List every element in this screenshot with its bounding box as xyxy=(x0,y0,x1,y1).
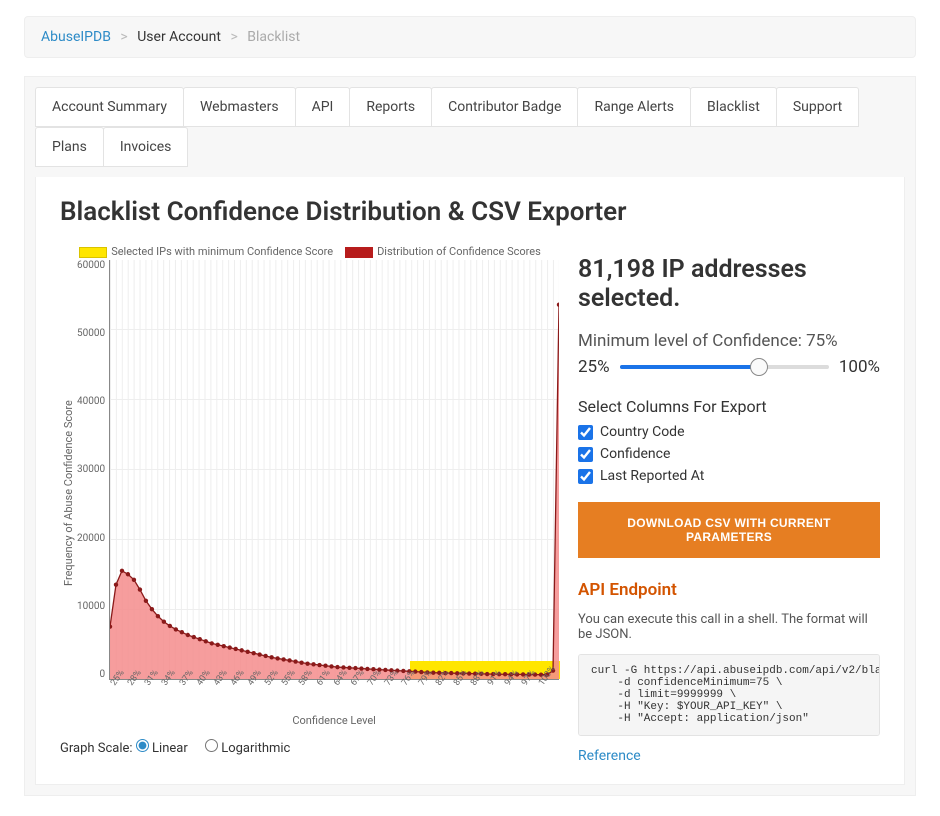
scale-log-option[interactable]: Logarithmic xyxy=(205,741,290,756)
col-last-reported-checkbox[interactable] xyxy=(578,469,593,484)
confidence-slider[interactable] xyxy=(620,360,829,374)
tab-webmasters[interactable]: Webmasters xyxy=(183,87,296,127)
ytick: 10000 xyxy=(77,601,105,612)
graph-scale-row: Graph Scale: Linear Logarithmic xyxy=(60,739,560,756)
reference-link[interactable]: Reference xyxy=(578,748,641,764)
breadcrumb-sep: > xyxy=(120,29,127,45)
select-columns-label: Select Columns For Export xyxy=(578,397,880,416)
slider-min-label: 25% xyxy=(578,357,610,377)
col-country-checkbox[interactable] xyxy=(578,425,593,440)
breadcrumb-root[interactable]: AbuseIPDB xyxy=(41,29,111,45)
download-csv-button[interactable]: DOWNLOAD CSV WITH CURRENT PARAMETERS xyxy=(578,502,880,558)
tab-contributor-badge[interactable]: Contributor Badge xyxy=(431,87,578,127)
tab-bar: Account SummaryWebmastersAPIReportsContr… xyxy=(25,77,915,177)
slider-track-fill xyxy=(620,365,760,369)
tab-range-alerts[interactable]: Range Alerts xyxy=(577,87,691,127)
chart-plot xyxy=(109,260,559,680)
col-country-row[interactable]: Country Code xyxy=(578,424,880,440)
main-panel: Account SummaryWebmastersAPIReportsContr… xyxy=(24,76,916,796)
legend-yellow-label: Selected IPs with minimum Confidence Sco… xyxy=(111,245,333,258)
tab-support[interactable]: Support xyxy=(776,87,859,127)
ytick: 60000 xyxy=(77,260,105,271)
legend-swatch-yellow xyxy=(79,247,107,258)
ip-count: 81,198 IP addresses selected. xyxy=(578,255,880,313)
chart-xaxis: 25%28%31%34%37%40%43%46%49%52%55%58%61%6… xyxy=(109,682,559,708)
tab-plans[interactable]: Plans xyxy=(35,127,104,167)
slider-thumb[interactable] xyxy=(750,358,768,376)
breadcrumb-sep: > xyxy=(230,29,237,45)
tab-invoices[interactable]: Invoices xyxy=(103,127,189,167)
col-confidence-checkbox[interactable] xyxy=(578,447,593,462)
min-confidence-label: Minimum level of Confidence: 75% xyxy=(578,331,880,351)
api-endpoint-desc: You can execute this call in a shell. Th… xyxy=(578,612,880,642)
api-endpoint-heading: API Endpoint xyxy=(578,580,880,600)
col-last-reported-row[interactable]: Last Reported At xyxy=(578,468,880,484)
scale-linear-option[interactable]: Linear xyxy=(136,741,188,756)
breadcrumb: AbuseIPDB > User Account > Blacklist xyxy=(24,16,916,58)
breadcrumb-current: Blacklist xyxy=(247,29,300,45)
chart-area-svg xyxy=(110,260,559,679)
scale-linear-radio[interactable] xyxy=(136,739,149,752)
scale-log-radio[interactable] xyxy=(205,739,218,752)
api-code-block: curl -G https://api.abuseipdb.com/api/v2… xyxy=(578,654,880,736)
chart-ylabel: Frequency of Abuse Confidence Score xyxy=(60,260,77,727)
ytick: 0 xyxy=(99,669,105,680)
tab-account-summary[interactable]: Account Summary xyxy=(35,87,184,127)
ytick: 40000 xyxy=(77,396,105,407)
graph-scale-label: Graph Scale: xyxy=(60,741,133,756)
legend-red-label: Distribution of Confidence Scores xyxy=(377,245,541,258)
tab-blacklist[interactable]: Blacklist xyxy=(690,87,777,127)
chart-xlabel: Confidence Level xyxy=(109,714,559,727)
ytick: 20000 xyxy=(77,533,105,544)
col-confidence-row[interactable]: Confidence xyxy=(578,446,880,462)
chart-yaxis: 60000 50000 40000 30000 20000 10000 0 xyxy=(77,260,109,680)
breadcrumb-user-account[interactable]: User Account xyxy=(137,29,221,45)
ytick: 30000 xyxy=(77,464,105,475)
page-title: Blacklist Confidence Distribution & CSV … xyxy=(60,197,880,227)
ytick: 50000 xyxy=(77,328,105,339)
tab-api[interactable]: API xyxy=(295,87,351,127)
legend-swatch-red xyxy=(345,247,373,258)
slider-max-label: 100% xyxy=(839,357,880,377)
chart-column: Selected IPs with minimum Confidence Sco… xyxy=(60,245,560,764)
side-column: 81,198 IP addresses selected. Minimum le… xyxy=(578,245,880,764)
tab-reports[interactable]: Reports xyxy=(349,87,432,127)
chart-legend: Selected IPs with minimum Confidence Sco… xyxy=(60,245,560,258)
